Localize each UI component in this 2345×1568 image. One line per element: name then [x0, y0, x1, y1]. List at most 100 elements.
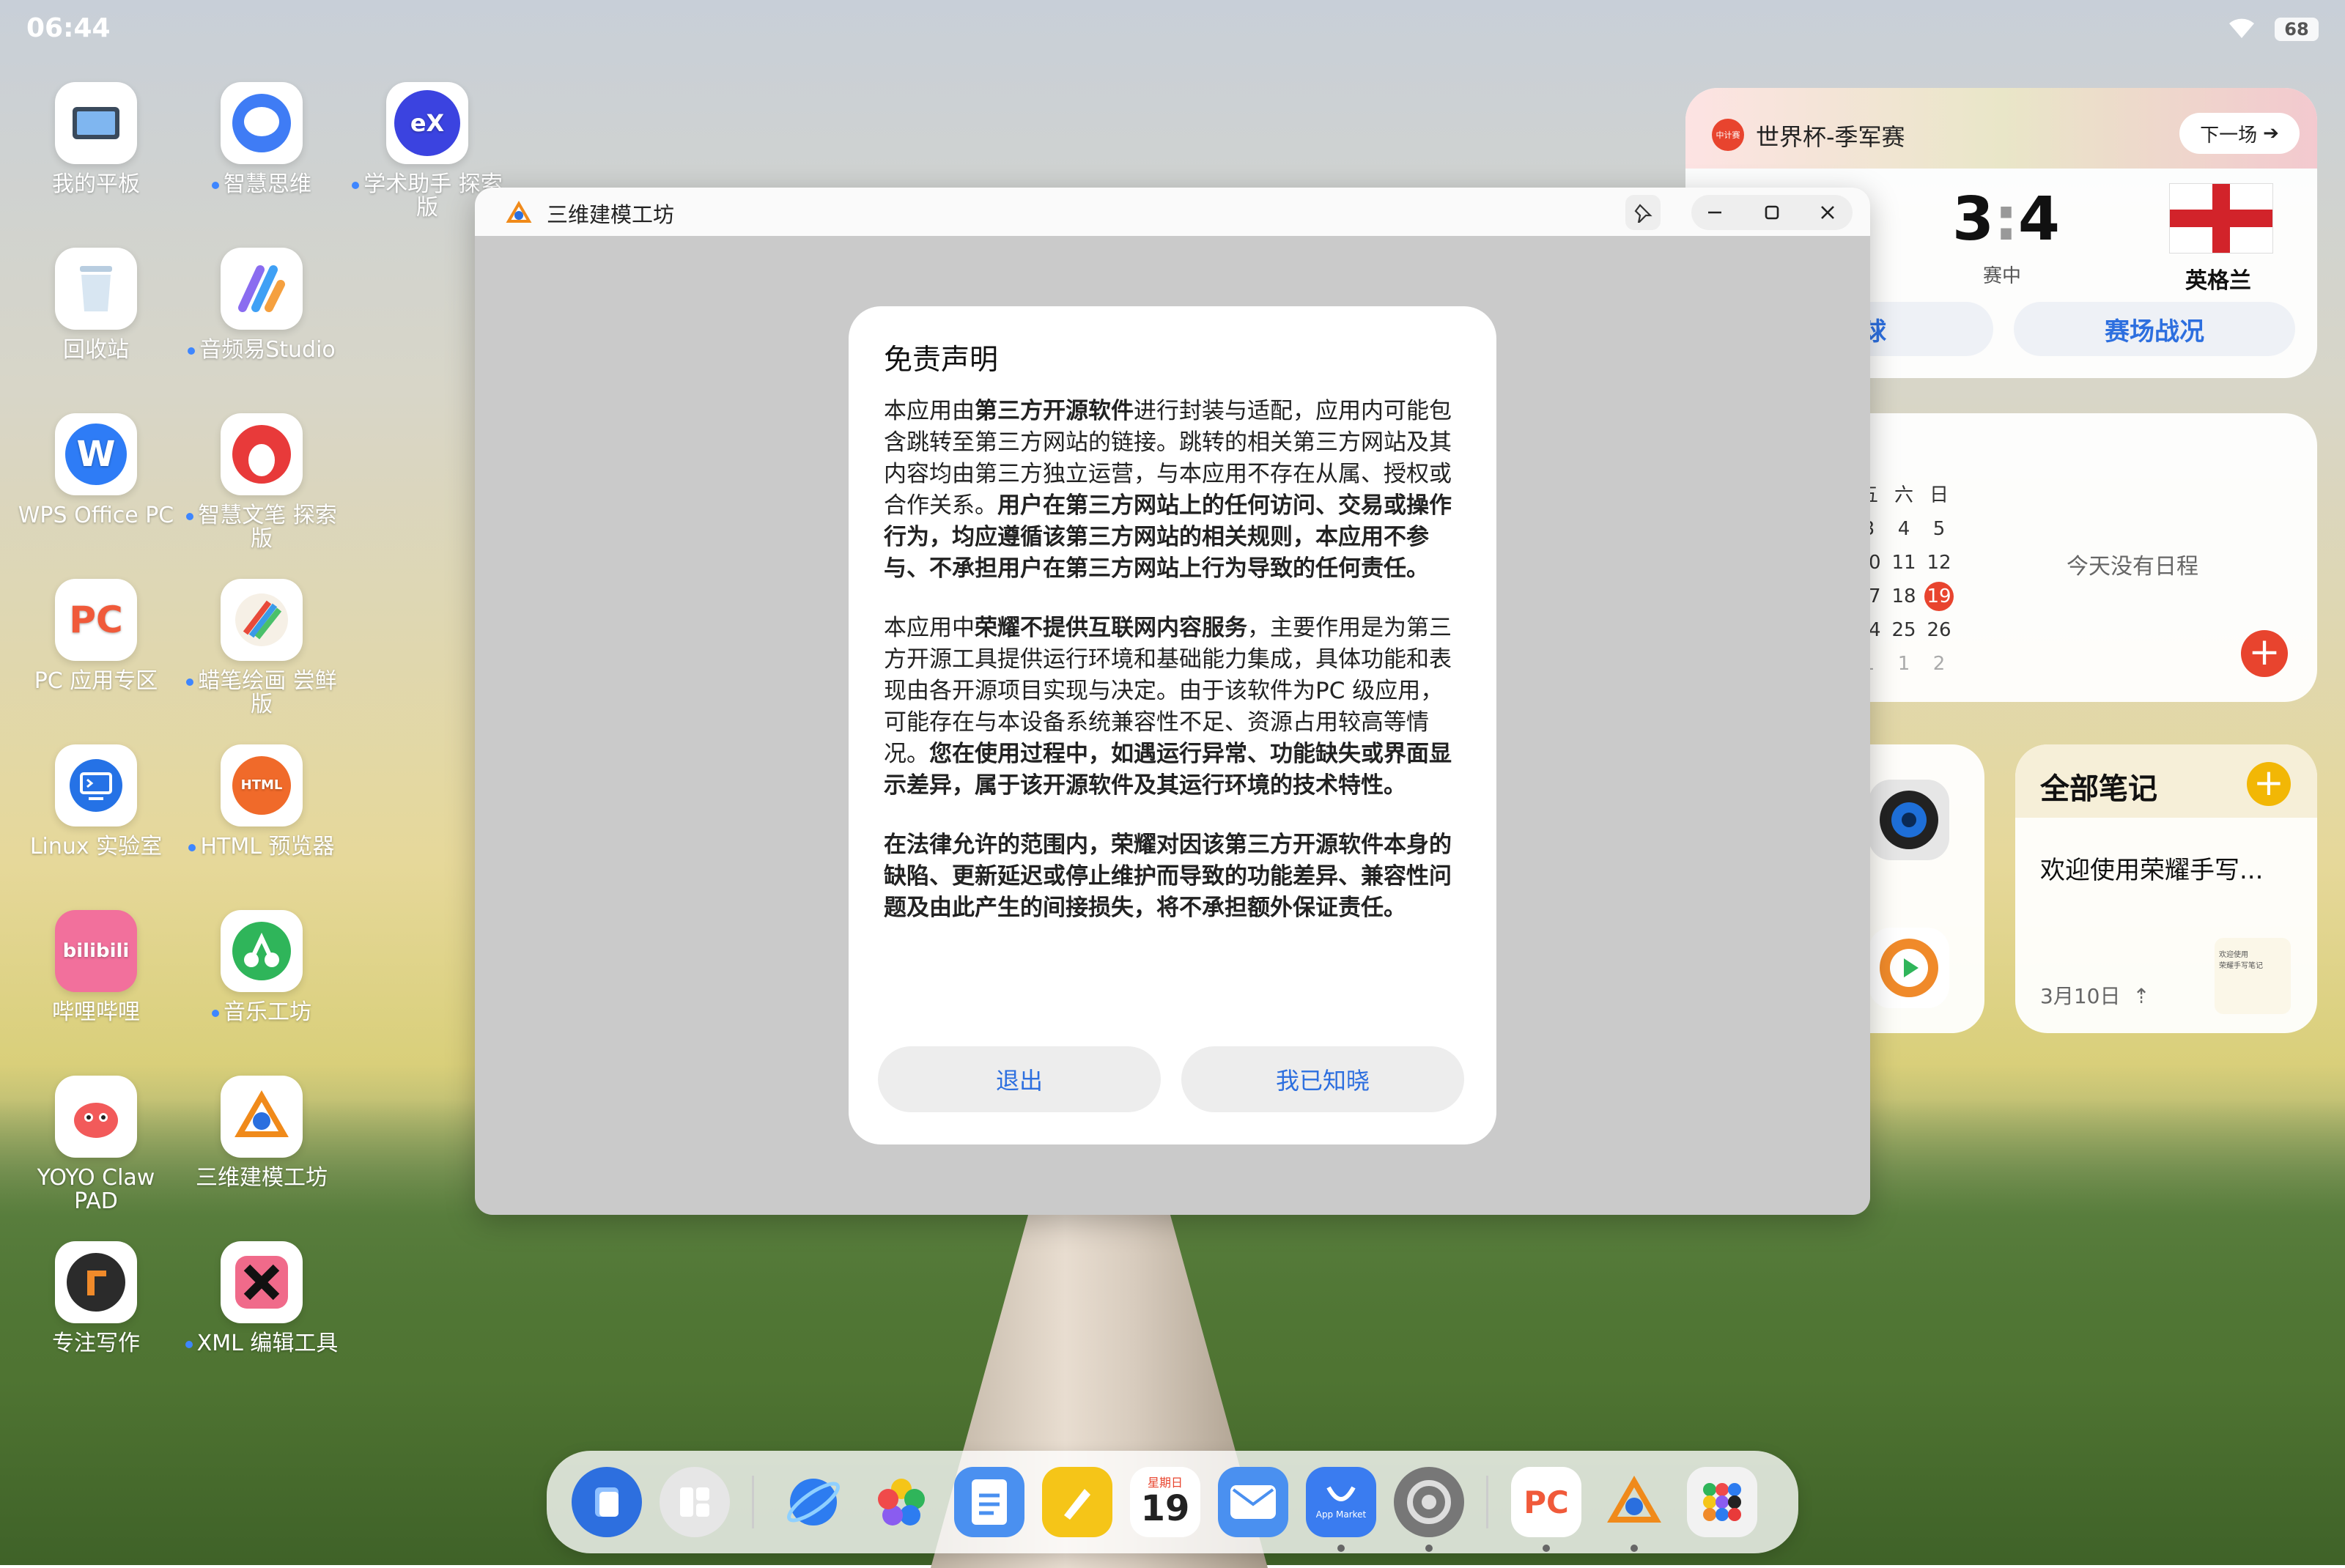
calendar-day: 18: [1891, 585, 1916, 607]
music-workshop-icon: [221, 910, 303, 992]
window-title: 三维建模工坊: [547, 202, 675, 227]
pc-zone-dock-icon[interactable]: PC: [1511, 1467, 1581, 1537]
acknowledge-button[interactable]: 我已知晓: [1181, 1046, 1464, 1112]
notes-widget[interactable]: 全部笔记 + 欢迎使用荣耀手写... 3月10日 ⇡ 欢迎使用 荣耀手写笔记: [2015, 744, 2317, 1033]
calendar-weekday: 日: [1929, 484, 1949, 506]
match-score: 3:4: [1952, 185, 2060, 254]
browser-icon[interactable]: [778, 1467, 849, 1537]
calendar-day: 5: [1932, 518, 1946, 540]
sports-widget-title: 世界杯-季军赛: [1756, 123, 1905, 151]
match-status: 赛中: [1983, 265, 2022, 287]
app-wps-office[interactable]: W WPS Office PC: [12, 413, 180, 528]
app-folder-icon[interactable]: [1687, 1467, 1757, 1537]
app-pc-zone[interactable]: PC PC 应用专区: [12, 579, 180, 693]
app-html-viewer[interactable]: HTML HTML 预览器: [177, 744, 346, 859]
app-yoyo-claw[interactable]: YOYO Claw PAD: [12, 1076, 180, 1213]
calendar-day: 26: [1927, 619, 1951, 641]
app-xml-editor[interactable]: XML 编辑工具: [177, 1241, 346, 1356]
calendar-weekday: 六: [1894, 484, 1913, 506]
video-player-icon[interactable]: [1869, 928, 1949, 1008]
settings-icon[interactable]: [1394, 1467, 1464, 1537]
app-bilibili[interactable]: bilibili 哔哩哔哩: [12, 910, 180, 1024]
audio-studio-icon: [221, 248, 303, 330]
calendar-icon[interactable]: 星期日 19: [1130, 1467, 1200, 1537]
gallery-icon[interactable]: [866, 1467, 937, 1537]
add-note-button[interactable]: +: [2247, 762, 2291, 806]
app-audio-studio[interactable]: 音频易Studio: [177, 248, 346, 362]
exit-button[interactable]: 退出: [878, 1046, 1161, 1112]
note-preview-text[interactable]: 欢迎使用荣耀手写...: [2040, 850, 2263, 886]
disclaimer-paragraph-3: 在法律允许的范围内，荣耀对因该第三方开源软件本身的缺陷、更新延迟或停止维护而导致…: [884, 832, 1452, 921]
status-bar: 06:44 68: [0, 0, 2345, 59]
app-smart-pen[interactable]: 智慧文笔 探索版: [177, 413, 346, 551]
calendar-day: 4: [1897, 518, 1910, 540]
tablet-icon: [55, 82, 137, 164]
minimize-button[interactable]: [1697, 195, 1732, 230]
documents-icon[interactable]: [954, 1467, 1024, 1537]
calendar-today: 19: [1924, 582, 1954, 611]
3d-modeling-logo-icon: [506, 201, 532, 223]
disclaimer-dialog: 免责声明 本应用由第三方开源软件进行封装与适配，应用内可能包含跳转至第三方网站的…: [849, 306, 1496, 1144]
match-stats-button[interactable]: 赛场战况: [2014, 302, 2295, 356]
running-indicator: [1543, 1545, 1550, 1552]
note-thumbnail: 欢迎使用 荣耀手写笔记: [2215, 938, 2291, 1014]
running-indicator: [1425, 1545, 1433, 1552]
academic-assistant-icon: eX: [386, 82, 468, 164]
team-right-name: 英格兰: [2185, 268, 2251, 294]
app-music-workshop[interactable]: 音乐工坊: [177, 910, 346, 1024]
add-event-button[interactable]: +: [2241, 630, 2288, 677]
recycle-bin-icon: [55, 248, 137, 330]
calendar-day: 2: [1932, 653, 1946, 675]
sports-brand-icon: 中计赛: [1712, 119, 1744, 151]
minimize-icon: [1708, 211, 1721, 214]
wps-icon: W: [55, 413, 137, 495]
status-time: 06:44: [26, 13, 111, 43]
app-market-icon[interactable]: App Market: [1306, 1467, 1376, 1537]
camera-icon[interactable]: [1869, 780, 1949, 860]
calendar-day: 25: [1891, 619, 1916, 641]
app-focus-writing[interactable]: 专注写作: [12, 1241, 180, 1356]
pin-icon: [1634, 204, 1652, 223]
xml-editor-icon: [221, 1241, 303, 1323]
close-button[interactable]: [1810, 195, 1845, 230]
linux-lab-icon: [55, 744, 137, 826]
3d-modeling-icon: [221, 1076, 303, 1158]
pc-zone-icon: PC: [55, 579, 137, 661]
disclaimer-paragraph-1: 本应用由第三方开源软件进行封装与适配，应用内可能包含跳转至第三方网站的链接。跳转…: [884, 398, 1452, 582]
note-date: 3月10日 ⇡: [2040, 984, 2150, 1008]
pin-window-button[interactable]: [1625, 195, 1661, 230]
app-3d-modeling[interactable]: 三维建模工坊: [177, 1076, 346, 1190]
app-linux-lab[interactable]: Linux 实验室: [12, 744, 180, 859]
email-icon[interactable]: [1218, 1467, 1288, 1537]
close-icon: [1821, 206, 1834, 219]
pin-icon: ⇡: [2132, 984, 2150, 1008]
smart-pen-icon: [221, 413, 303, 495]
focus-writing-icon: [55, 1241, 137, 1323]
maximize-icon: [1765, 205, 1779, 220]
app-smart-mind[interactable]: 智慧思维: [177, 82, 346, 196]
calendar-day: 12: [1927, 552, 1951, 574]
smart-mind-icon: [221, 82, 303, 164]
3d-modeling-dock-icon[interactable]: [1599, 1467, 1669, 1537]
window-controls: [1691, 195, 1853, 230]
maximize-button[interactable]: [1754, 195, 1790, 230]
running-indicator: [1631, 1545, 1638, 1552]
app-my-tablet[interactable]: 我的平板: [12, 82, 180, 196]
app-crayon-paint[interactable]: 蜡笔绘画 尝鲜版: [177, 579, 346, 717]
window-titlebar[interactable]: 三维建模工坊: [475, 188, 1870, 236]
dock: 星期日 19 App Market PC: [547, 1451, 1798, 1553]
yoyo-claw-icon: [55, 1076, 137, 1158]
calendar-day: 11: [1891, 552, 1916, 574]
split-screen-icon[interactable]: [660, 1467, 730, 1537]
disclaimer-paragraph-2: 本应用中荣耀不提供互联网内容服务，主要作用是为第三方开源工具提供运行环境和基础能…: [884, 615, 1452, 799]
app-recycle-bin[interactable]: 回收站: [12, 248, 180, 362]
calendar-day: 1: [1897, 653, 1910, 675]
notes-title: 全部笔记: [2040, 772, 2157, 806]
england-flag-icon: [2169, 183, 2273, 254]
dialog-body: 本应用由第三方开源软件进行封装与适配，应用内可能包含跳转至第三方网站的链接。跳转…: [884, 396, 1463, 952]
next-match-button[interactable]: 下一场 ➔: [2179, 113, 2300, 154]
notes-icon[interactable]: [1042, 1467, 1112, 1537]
dialog-title: 免责声明: [884, 344, 999, 377]
crayon-paint-icon: [221, 579, 303, 661]
multitask-icon[interactable]: [572, 1467, 642, 1537]
